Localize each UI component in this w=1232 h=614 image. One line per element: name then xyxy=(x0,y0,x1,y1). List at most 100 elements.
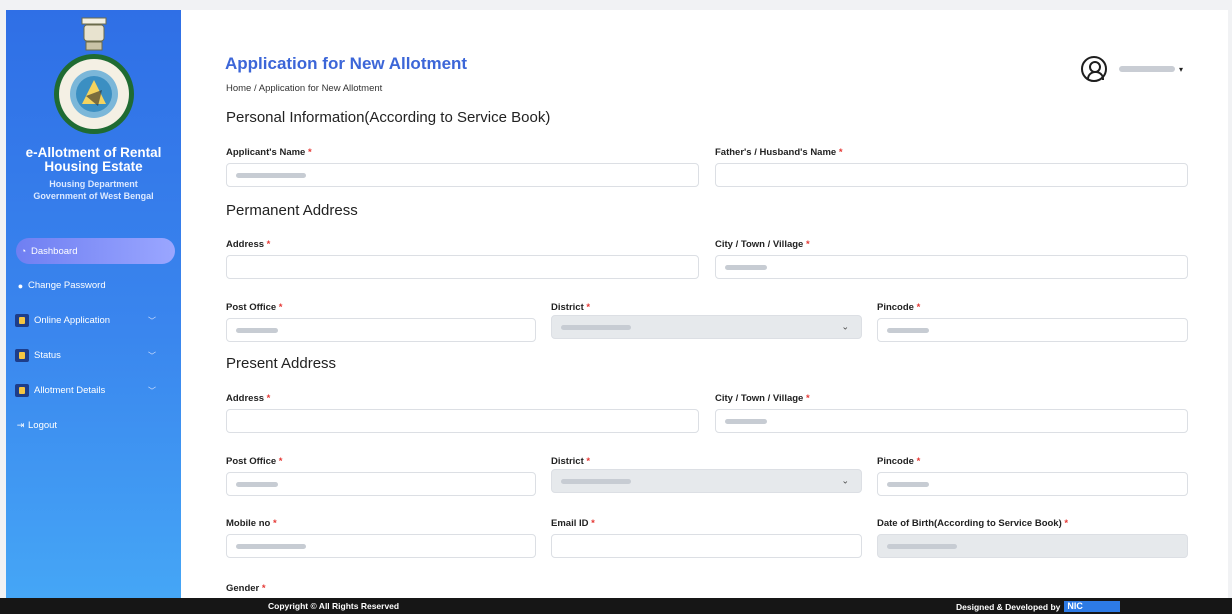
pres-address-input[interactable] xyxy=(226,409,699,433)
chevron-down-icon: ﹀ xyxy=(148,351,156,360)
required-mark: * xyxy=(261,583,266,594)
required-mark: * xyxy=(591,518,595,529)
perm-pincode-label: Pincode * xyxy=(877,302,920,313)
chevron-down-icon: ﹀ xyxy=(148,386,156,395)
redacted-value xyxy=(887,481,929,487)
pres-post-office-label: Post Office * xyxy=(226,456,283,467)
redacted-value xyxy=(236,327,278,333)
pres-address-field[interactable] xyxy=(236,416,698,426)
pres-post-office-input[interactable] xyxy=(226,472,536,496)
sidebar-item-status[interactable]: Status ﹀ xyxy=(6,338,181,373)
required-mark: * xyxy=(838,147,843,158)
sidebar-item-change-password[interactable]: ● Change Password xyxy=(6,268,181,303)
user-menu[interactable]: ▾ xyxy=(1081,56,1183,82)
sidebar-item-label: Allotment Details xyxy=(34,385,106,396)
copyright-text: Copyright © All Rights Reserved xyxy=(268,601,400,611)
nic-logo: NIC xyxy=(1064,601,1121,612)
app-frame: e-Allotment of Rental Housing Estate Hou… xyxy=(6,10,1228,598)
redacted-value xyxy=(236,481,278,487)
label-text: Address xyxy=(226,393,265,404)
department-label: Housing Department xyxy=(49,179,138,189)
chevron-down-icon: ⌄ xyxy=(841,321,849,332)
required-mark: * xyxy=(586,456,591,467)
label-text: Gender xyxy=(226,583,260,594)
sidebar-item-online-application[interactable]: Online Application ﹀ xyxy=(6,303,181,338)
section-personal-info: Personal Information(According to Servic… xyxy=(226,109,551,126)
email-input[interactable] xyxy=(551,534,862,558)
email-field[interactable] xyxy=(561,541,861,551)
required-mark: * xyxy=(307,147,312,158)
perm-district-label: District * xyxy=(551,302,590,313)
perm-pincode-input[interactable] xyxy=(877,318,1188,342)
department-name: Housing Department Government of West Be… xyxy=(6,178,181,202)
label-text: Date of Birth(According to Service Book) xyxy=(877,518,1062,529)
sidebar-nav: ◔ Dashboard ● Change Password Online App… xyxy=(6,234,181,443)
perm-post-office-label: Post Office * xyxy=(226,302,283,313)
credit: Designed & Developed by NIC xyxy=(956,601,1121,612)
redacted-value xyxy=(725,264,767,270)
email-label: Email ID * xyxy=(551,518,595,529)
sidebar-item-dashboard[interactable]: ◔ Dashboard xyxy=(16,238,175,264)
credit-text: Designed & Developed by xyxy=(956,601,1061,612)
redacted-value xyxy=(236,543,306,549)
app-title: e-Allotment of Rental Housing Estate xyxy=(25,145,162,174)
user-avatar-icon[interactable] xyxy=(1081,56,1107,82)
perm-address-label: Address * xyxy=(226,239,270,250)
required-mark: * xyxy=(272,518,277,529)
mobile-label: Mobile no * xyxy=(226,518,277,529)
government-label: Government of West Bengal xyxy=(33,191,154,201)
pres-address-label: Address * xyxy=(226,393,270,404)
dob-input[interactable] xyxy=(877,534,1188,558)
sidebar: e-Allotment of Rental Housing Estate Hou… xyxy=(6,10,181,598)
pres-pincode-label: Pincode * xyxy=(877,456,920,467)
sidebar-item-label: Change Password xyxy=(28,280,106,291)
label-text: City / Town / Village xyxy=(715,393,804,404)
required-mark: * xyxy=(278,302,283,313)
sidebar-item-allotment-details[interactable]: Allotment Details ﹀ xyxy=(6,373,181,408)
perm-address-field[interactable] xyxy=(236,262,698,272)
father-name-input[interactable] xyxy=(715,163,1188,187)
perm-district-select[interactable]: ⌄ xyxy=(551,315,862,339)
west-bengal-emblem-icon xyxy=(54,17,134,134)
required-mark: * xyxy=(586,302,591,313)
label-text: Post Office xyxy=(226,302,277,313)
sidebar-item-label: Status xyxy=(34,350,61,361)
label-text: Pincode xyxy=(877,456,914,467)
dashboard-icon: ◔ xyxy=(20,246,27,256)
redacted-value xyxy=(725,418,767,424)
perm-post-office-input[interactable] xyxy=(226,318,536,342)
footer: Copyright © All Rights Reserved Designed… xyxy=(0,598,1232,614)
sidebar-item-logout[interactable]: ⇥ Logout xyxy=(6,408,181,443)
caret-down-icon[interactable]: ▾ xyxy=(1179,65,1183,74)
required-mark: * xyxy=(805,239,810,250)
pres-city-input[interactable] xyxy=(715,409,1188,433)
applicant-name-label: Applicant's Name * xyxy=(226,147,312,158)
breadcrumb[interactable]: Home / Application for New Allotment xyxy=(226,83,382,94)
required-mark: * xyxy=(805,393,810,404)
redacted-value xyxy=(887,543,957,549)
perm-city-input[interactable] xyxy=(715,255,1188,279)
father-name-field[interactable] xyxy=(725,170,1187,180)
label-text: Address xyxy=(226,239,265,250)
required-mark: * xyxy=(916,302,921,313)
main-content: Application for New Allotment Home / App… xyxy=(181,10,1228,598)
applicant-name-input[interactable] xyxy=(226,163,699,187)
sidebar-item-label: Dashboard xyxy=(31,245,78,257)
sidebar-item-label: Logout xyxy=(28,420,58,431)
mobile-input[interactable] xyxy=(226,534,536,558)
pres-district-select[interactable]: ⌄ xyxy=(551,469,862,493)
page-title: Application for New Allotment xyxy=(225,54,468,73)
chevron-down-icon: ﹀ xyxy=(148,316,156,325)
required-mark: * xyxy=(1064,518,1069,529)
perm-address-input[interactable] xyxy=(226,255,699,279)
label-text: Applicant's Name xyxy=(226,147,306,158)
label-text: District xyxy=(551,456,584,467)
redacted-value xyxy=(887,327,929,333)
required-mark: * xyxy=(278,456,283,467)
pres-city-label: City / Town / Village * xyxy=(715,393,810,404)
label-text: District xyxy=(551,302,584,313)
gender-label: Gender * xyxy=(226,583,266,594)
section-permanent-address: Permanent Address xyxy=(226,202,358,219)
pres-pincode-input[interactable] xyxy=(877,472,1188,496)
chevron-down-icon: ⌄ xyxy=(841,475,849,486)
